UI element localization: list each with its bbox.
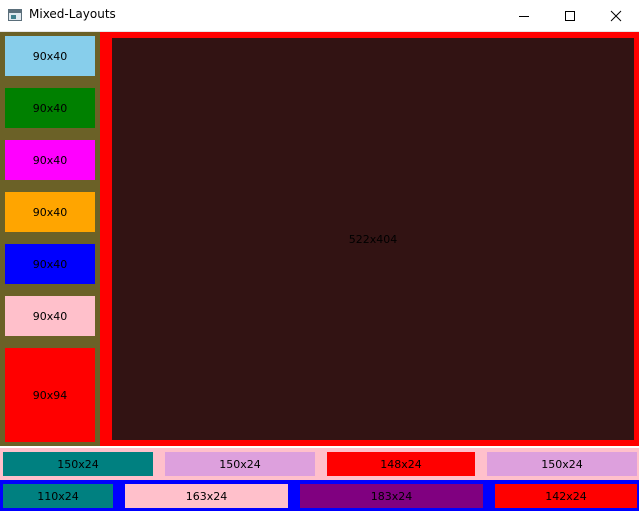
main-panel: 522x404	[112, 38, 634, 440]
row1-block-label: 150x24	[57, 457, 99, 471]
row2-block-1: 110x24	[3, 484, 113, 508]
row2-block-label: 142x24	[545, 489, 587, 503]
row2-block-label: 163x24	[185, 489, 228, 503]
close-button[interactable]	[593, 0, 639, 31]
sidebar-block-6: 90x40	[5, 296, 95, 336]
row2-block-4: 142x24	[495, 484, 637, 508]
sidebar-block-label: 90x40	[32, 101, 68, 115]
row1-block-label: 148x24	[380, 457, 422, 471]
row1-block-3: 148x24	[327, 452, 475, 476]
sidebar-block-7: 90x94	[5, 348, 95, 442]
maximize-button[interactable]	[547, 0, 593, 31]
sidebar-block-2: 90x40	[5, 88, 95, 128]
row1-block-label: 150x24	[219, 457, 261, 471]
row2-block-3: 183x24	[300, 484, 483, 508]
row2-block-label: 110x24	[37, 489, 79, 503]
row1-block-1: 150x24	[3, 452, 153, 476]
sidebar-block-label: 90x40	[32, 49, 68, 63]
main-panel-label: 522x404	[348, 233, 398, 246]
title-bar[interactable]: Mixed-Layouts	[0, 0, 639, 32]
sidebar-block-3: 90x40	[5, 140, 95, 180]
row1-block-label: 150x24	[541, 457, 583, 471]
sidebar-block-1: 90x40	[5, 36, 95, 76]
row1-block-4: 150x24	[487, 452, 637, 476]
sidebar-block-label: 90x40	[32, 205, 68, 219]
sidebar-block-label: 90x94	[32, 388, 68, 402]
sidebar-block-4: 90x40	[5, 192, 95, 232]
row1-block-2: 150x24	[165, 452, 315, 476]
minimize-icon	[519, 15, 529, 17]
close-icon	[610, 10, 622, 21]
maximize-icon	[565, 10, 575, 21]
sidebar-block-label: 90x40	[32, 309, 68, 323]
row2-block-2: 163x24	[125, 484, 288, 508]
sidebar-block-5: 90x40	[5, 244, 95, 284]
app-window-icon	[8, 9, 22, 21]
row2-block-label: 183x24	[370, 489, 413, 503]
sidebar-block-label: 90x40	[32, 153, 68, 167]
window-title: Mixed-Layouts	[29, 7, 116, 21]
sidebar-block-label: 90x40	[32, 257, 68, 271]
minimize-button[interactable]	[501, 0, 547, 31]
